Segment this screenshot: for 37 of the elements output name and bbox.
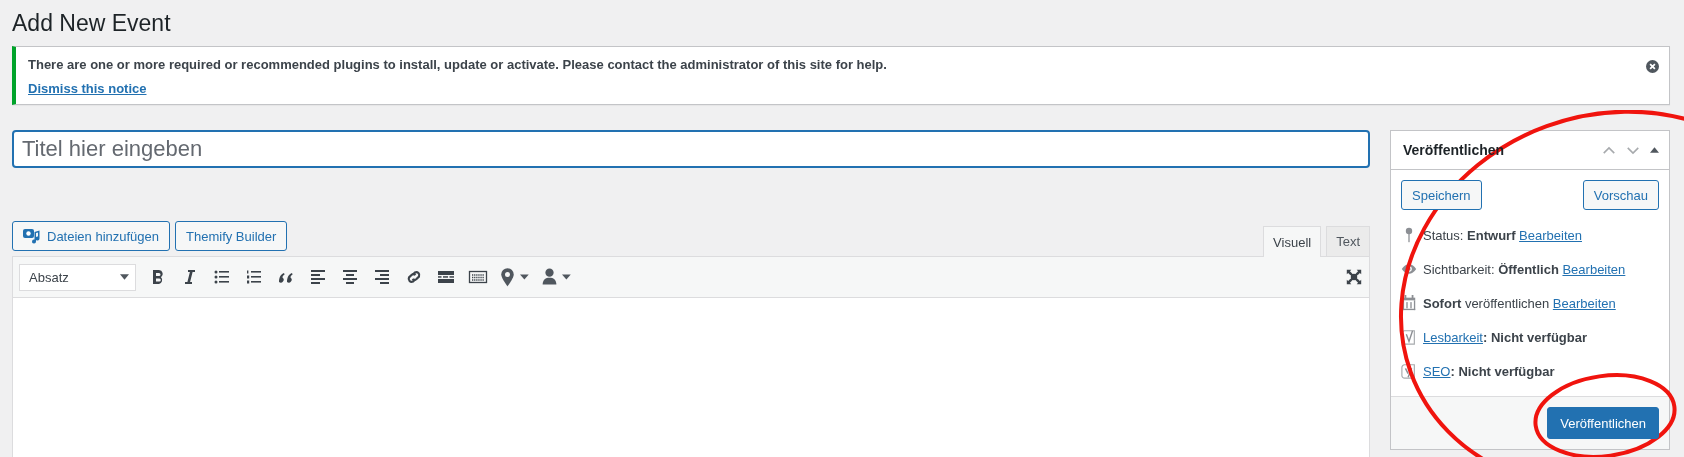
notice-message: There are one or more required or recommended plugins to install, update or activate. Please contact the administrator of this site for help.	[28, 57, 887, 72]
close-icon[interactable]	[1646, 60, 1659, 73]
readability-icon	[1401, 329, 1417, 345]
analysis-status-text: SEO: Nicht verfügbar	[1423, 363, 1555, 379]
seo-icon	[1401, 363, 1417, 379]
media-icon	[23, 228, 41, 244]
analysis-link[interactable]: Lesbarkeit	[1423, 329, 1483, 345]
collapse-arrow-icon[interactable]	[1650, 147, 1659, 153]
editor-tab[interactable]: Text	[1326, 226, 1370, 256]
edit-link[interactable]: Bearbeiten	[1562, 261, 1626, 277]
map-pin-dropdown[interactable]	[500, 267, 530, 287]
user-dropdown[interactable]	[542, 267, 572, 287]
align-left-icon[interactable]	[308, 267, 328, 287]
status-text: Status: Entwurf Bearbeiten	[1423, 227, 1582, 243]
media-button[interactable]: Themify Builder	[175, 221, 288, 251]
page-title: Add New Event	[12, 9, 172, 38]
title-field[interactable]: Titel hier eingeben	[12, 130, 1370, 168]
edit-link[interactable]: Bearbeiten	[1519, 227, 1582, 243]
status-text: Sichtbarkeit: Öffentlich Bearbeiten	[1423, 261, 1626, 277]
status-text: Sofort veröffentlichen Bearbeiten	[1423, 295, 1616, 311]
calendar-icon	[1401, 295, 1417, 311]
user-icon	[542, 267, 572, 287]
align-center-icon[interactable]	[340, 267, 360, 287]
analysis-link[interactable]: SEO	[1423, 363, 1451, 379]
fullscreen-icon[interactable]	[1345, 268, 1363, 286]
media-button[interactable]: Dateien hinzufügen	[12, 221, 171, 251]
editor-tab[interactable]: Visuell	[1263, 226, 1322, 257]
analysis-status-text: Lesbarkeit: Nicht verfügbar	[1423, 329, 1587, 345]
edit-link[interactable]: Bearbeiten	[1552, 295, 1616, 311]
publish-button[interactable]: Veröffentlichen	[1547, 407, 1659, 439]
format-dropdown[interactable]: Absatz	[19, 263, 136, 291]
save-button[interactable]: Speichern	[1401, 180, 1482, 210]
caret-icon	[120, 274, 129, 280]
dismiss-link[interactable]: Dismiss this notice	[28, 81, 147, 96]
align-right-icon[interactable]	[372, 267, 392, 287]
map-pin-icon	[500, 267, 530, 287]
preview-button[interactable]: Vorschau	[1582, 180, 1659, 210]
